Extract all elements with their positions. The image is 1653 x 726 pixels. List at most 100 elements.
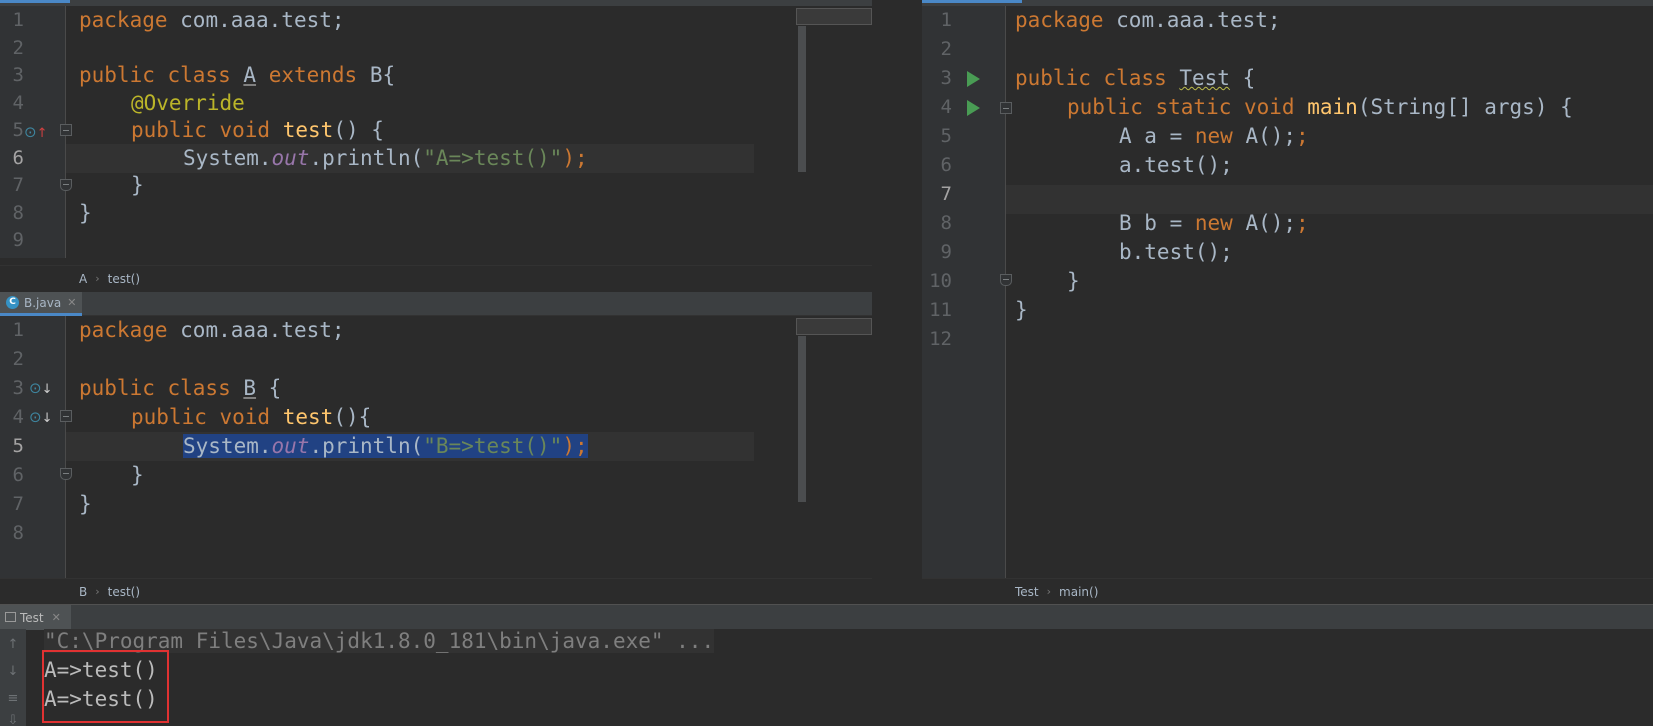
line-number: 2 [12, 348, 24, 370]
line-number: 11 [929, 299, 952, 321]
editor-test[interactable]: 1 2 3 4 5 6 7 8 9 10 11 12 package com.a… [922, 6, 1653, 578]
breadcrumb-test: Test › main() [922, 578, 1653, 604]
run-icon[interactable] [967, 71, 980, 87]
console-tabbar: Test ✕ [0, 604, 1653, 630]
current-line-highlight [1006, 185, 1653, 214]
breadcrumb-item[interactable]: B [79, 585, 87, 599]
chevron-right-icon: › [1046, 585, 1052, 598]
class-icon: C [6, 296, 19, 309]
line-number: 6 [940, 154, 952, 176]
code-line-9: b.test(); [1119, 240, 1233, 264]
line-number: 1 [12, 319, 24, 341]
line-number: 4 [12, 91, 24, 114]
code-line-8: } [79, 200, 92, 225]
code-line-3: public class B { [79, 376, 282, 400]
code-line-10: } [1067, 269, 1080, 293]
chevron-right-icon: › [95, 272, 100, 285]
line-number: 10 [929, 270, 952, 292]
code-line-6: a.test(); [1119, 153, 1233, 177]
highlight-box [42, 650, 169, 723]
line-number: 1 [12, 9, 24, 31]
editor-b[interactable]: 1 2 3 4 5 6 7 8 ⊙↓ ⊙↓ package com.aaa.te… [0, 316, 872, 578]
editor-a[interactable]: 1 2 3 4 5 6 7 8 9 ⊙↑ package com.aaa.tes… [0, 6, 872, 258]
line-number: 3 [12, 377, 24, 399]
code-line-5: A a = new A();; [1119, 124, 1309, 148]
breadcrumb-item[interactable]: test() [108, 272, 140, 286]
code-line-4: public void test(){ [131, 405, 372, 429]
line-number: 9 [12, 229, 24, 251]
console-tab-icon [5, 612, 16, 622]
code-line-7: } [79, 492, 92, 516]
line-number: 6 [12, 464, 24, 486]
scroll-to-end-icon[interactable]: ⇩ [5, 713, 21, 726]
breadcrumb-item[interactable]: test() [108, 585, 140, 599]
code-line-4: public static void main(String[] args) { [1067, 95, 1573, 119]
fold-icon[interactable] [1000, 102, 1012, 114]
overridden-method-icon[interactable]: ⊙↓ [29, 408, 52, 428]
overrides-method-icon[interactable]: ⊙↑ [24, 123, 47, 143]
run-icon[interactable] [967, 100, 980, 116]
line-number: 5 [940, 125, 952, 147]
line-number: 8 [940, 212, 952, 234]
editor-b-tabbar: C B.java ✕ [0, 292, 872, 316]
close-icon[interactable]: ✕ [67, 296, 76, 309]
code-line-3: public class A extends B{ [79, 63, 396, 87]
tab-b-java[interactable]: C B.java ✕ [0, 292, 83, 316]
tab-label: Test [20, 610, 44, 625]
breadcrumb-item[interactable]: Test [1015, 585, 1039, 599]
line-number: 3 [12, 64, 24, 86]
chevron-right-icon: › [95, 585, 100, 598]
close-icon[interactable]: ✕ [52, 611, 61, 624]
code-line-3: public class Test { [1015, 66, 1256, 90]
code-line-1: package com.aaa.test; [1015, 8, 1281, 32]
line-number: 12 [929, 328, 952, 350]
down-arrow-icon[interactable]: ↓ [5, 664, 21, 680]
tab-label: B.java [24, 295, 62, 310]
line-number: 9 [940, 241, 952, 263]
fold-end-icon[interactable] [1000, 274, 1012, 286]
code-line-4: @Override [131, 90, 245, 115]
split-divider[interactable] [872, 0, 922, 604]
line-number: 6 [12, 146, 24, 169]
up-arrow-icon[interactable]: ↑ [5, 637, 21, 653]
line-number: 7 [940, 183, 952, 205]
editor-test-tab-edge [922, 0, 1653, 6]
soft-wrap-icon[interactable]: ≡ [5, 691, 21, 707]
console-toolbar: ↑ ↓ ≡ ⇩ [0, 629, 26, 726]
fold-icon[interactable] [60, 410, 72, 422]
editor-a-tab-edge [0, 0, 872, 6]
line-number: 4 [12, 406, 24, 428]
editor-b-scrollbar[interactable] [798, 336, 806, 502]
breadcrumb-item[interactable]: main() [1059, 585, 1098, 599]
code-line-6: System.out.println("A=>test()"); [183, 145, 588, 170]
code-line-8: B b = new A();; [1119, 211, 1309, 235]
code-line-11: } [1015, 298, 1028, 322]
code-line-7: } [131, 173, 144, 197]
code-line-1: package com.aaa.test; [79, 318, 345, 342]
code-line-6: } [131, 463, 144, 487]
editor-a-scrollbar[interactable] [798, 26, 806, 172]
line-number: 3 [940, 67, 952, 89]
fold-end-icon[interactable] [60, 179, 72, 191]
line-number: 2 [12, 36, 24, 59]
fold-end-icon[interactable] [60, 468, 72, 480]
breadcrumb-item[interactable]: A [79, 272, 87, 286]
editor-b-minimap[interactable] [796, 318, 872, 335]
line-number: 1 [940, 9, 952, 31]
breadcrumb-a: A › test() [0, 265, 872, 291]
line-number: 5 [12, 119, 24, 141]
selected-text[interactable]: System.out.println("B=>test()"); [183, 434, 588, 458]
code-line-1: package com.aaa.test; [79, 8, 345, 32]
line-number: 7 [12, 493, 24, 515]
line-number: 4 [940, 96, 952, 118]
code-line-5: public void test() { [131, 118, 384, 142]
editor-a-minimap[interactable] [796, 8, 872, 25]
code-line-5-selected: System.out.println("B=>test()"); [183, 432, 588, 461]
line-number: 2 [940, 38, 952, 60]
line-number: 8 [12, 201, 24, 224]
line-number: 7 [12, 174, 24, 196]
overridden-method-icon[interactable]: ⊙↓ [29, 379, 52, 399]
breadcrumb-b: B › test() [0, 578, 872, 604]
line-number: 5 [12, 435, 24, 457]
fold-icon[interactable] [60, 124, 72, 136]
